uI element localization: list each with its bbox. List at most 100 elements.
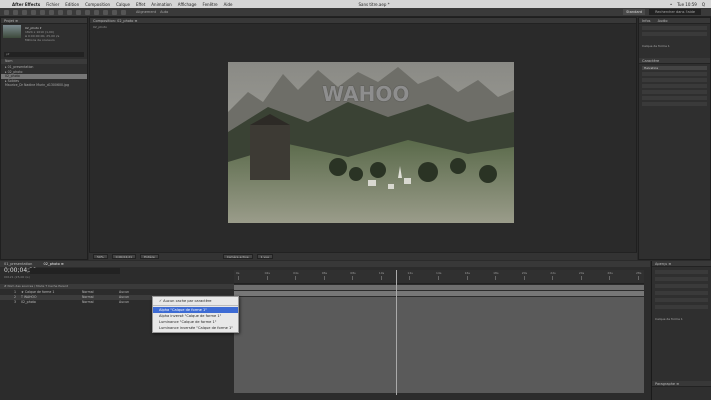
paragraph-tab[interactable]: Paragraphe ≡ <box>652 381 711 387</box>
quality-select[interactable]: Entière <box>140 254 159 259</box>
tools-toolbar: Alignement Auto Standard Rechercher dans… <box>0 8 711 17</box>
timeline-frame-info: 00121 (25,00 i/s) <box>4 275 30 279</box>
font-size-field[interactable] <box>642 78 707 82</box>
layer-bar-1[interactable] <box>234 285 644 290</box>
stamp-tool-icon[interactable] <box>94 9 99 15</box>
time-ruler[interactable]: 0s 02s 04s 06s 08s 10s 12s 14s 16s 18s 20s 22s 24s 26… <box>234 270 644 284</box>
ruler-tick <box>466 276 468 280</box>
layer-name[interactable]: 02_photo <box>21 300 81 305</box>
preview-control-row[interactable] <box>655 270 708 274</box>
text-tool-icon[interactable] <box>76 9 81 15</box>
ruler-label: 28s <box>636 271 642 275</box>
project-selected-info: 02_photo ▾ 1824 x 1010 (1,00) Δ 0:00:00:… <box>25 26 59 42</box>
menu-item-composition[interactable]: Composition <box>85 2 110 7</box>
workspace-select[interactable]: Standard <box>623 9 646 15</box>
camera-tool-icon[interactable] <box>40 9 45 15</box>
views-select[interactable]: 1 vue <box>256 254 273 259</box>
hand-tool-icon[interactable] <box>13 9 18 15</box>
camera-select[interactable]: Caméra active <box>222 254 253 259</box>
ruler-label: 08s <box>350 271 356 275</box>
help-search[interactable]: Rechercher dans l'aide <box>649 9 701 15</box>
selection-tool-icon[interactable] <box>4 9 9 15</box>
ruler-tick <box>609 276 611 280</box>
wahoo-text-layer[interactable]: WAHOO <box>322 82 409 106</box>
pan-behind-tool-icon[interactable] <box>49 9 54 15</box>
project-item[interactable]: Maurice_Dr Nadine Murin_d1300600.jpg <box>1 83 87 88</box>
tab-infos[interactable]: Infos <box>642 19 650 23</box>
alignement-label[interactable]: Alignement <box>136 10 156 14</box>
window-title: Sans titre.aep * <box>358 1 390 7</box>
layer-bar-3[interactable] <box>234 297 644 393</box>
ruler-label: 02s <box>264 271 270 275</box>
search-icon[interactable]: Q <box>702 2 705 7</box>
preview-control-row[interactable] <box>655 284 708 288</box>
layer-bar-2[interactable] <box>234 291 644 296</box>
font-select[interactable]: Helvetica <box>642 66 707 70</box>
tab-audio[interactable]: Audio <box>658 19 668 23</box>
project-search-input[interactable]: ρ▾ <box>4 52 84 57</box>
info-panel: Infos Audio Calque de forme 1 Caractère … <box>638 17 711 260</box>
character-tab[interactable]: Caractère <box>639 58 710 64</box>
ruler-tick <box>380 276 382 280</box>
menu-item-luma-inverted-matte[interactable]: Luminance inversée "Calque de forme 1" <box>153 325 238 331</box>
timeline-tab-photo[interactable]: 02_photo ≡ <box>43 262 63 266</box>
layer-name-label: Calque de forme 1 <box>642 44 670 48</box>
zoom-tool-icon[interactable] <box>22 9 27 15</box>
track-matte-context-menu: ✓ Aucun cache par caractère Alpha "Calqu… <box>152 296 239 333</box>
menu-item-calque[interactable]: Calque <box>116 2 130 7</box>
menu-app[interactable]: After Effects <box>12 2 40 7</box>
menu-item-fichier[interactable]: Fichier <box>46 2 59 7</box>
menu-item-aide[interactable]: Aide <box>224 2 233 7</box>
puppet-tool-icon[interactable] <box>121 9 126 15</box>
composition-subtab[interactable]: 02_photo <box>93 25 107 29</box>
ruler-tick <box>323 276 325 280</box>
timeline-search-input[interactable] <box>30 268 120 274</box>
stroke-field[interactable] <box>642 96 707 100</box>
layer-parent[interactable]: Aucun <box>119 295 129 299</box>
eraser-tool-icon[interactable] <box>103 9 108 15</box>
ruler-label: 16s <box>464 271 470 275</box>
tracking-field[interactable] <box>642 90 707 94</box>
menu-item-fenetre[interactable]: Fenêtre <box>203 2 218 7</box>
ruler-label: 10s <box>378 271 385 275</box>
project-column-header[interactable]: Nom <box>1 59 87 64</box>
rotate-tool-icon[interactable] <box>31 9 36 15</box>
menu-item-animation[interactable]: Animation <box>151 2 171 7</box>
pen-tool-icon[interactable] <box>67 9 72 15</box>
scale-field[interactable] <box>642 102 707 106</box>
menu-item-effet[interactable]: Effet <box>136 2 145 7</box>
auto-label[interactable]: Auto <box>160 10 168 14</box>
layer-column-header: # Nom des sources / Mode T Cache Parent <box>0 284 234 289</box>
project-panel: Projet ≡ 02_photo ▾ 1824 x 1010 (1,00) Δ… <box>0 17 88 260</box>
rectangle-tool-icon[interactable] <box>58 9 63 15</box>
ruler-label: 26s <box>607 271 613 275</box>
composition-tab[interactable]: Composition: 02_photo ≡ <box>90 18 636 24</box>
menu-item-edition[interactable]: Edition <box>65 2 79 7</box>
layer-parent[interactable]: Aucun <box>119 300 129 304</box>
preview-control-row[interactable] <box>655 291 708 295</box>
timeline-tab-presentation[interactable]: 01_presentation <box>4 262 32 266</box>
info-row <box>642 32 707 36</box>
clock: Tue 10:59 <box>677 1 697 7</box>
timecode-display[interactable]: 0;00;04;21 <box>111 254 137 259</box>
menu-item-no-matte[interactable]: ✓ Aucun cache par caractère <box>153 298 238 304</box>
project-tab[interactable]: Projet ≡ <box>1 18 87 24</box>
preview-tab[interactable]: Aperçu ≡ <box>652 261 711 267</box>
zoom-select[interactable]: 50% <box>93 254 108 259</box>
menu-bar: After Effects Fichier Edition Compositio… <box>0 0 711 8</box>
menu-item-affichage[interactable]: Affichage <box>178 2 197 7</box>
composition-footer-bar: 50% 0;00;04;21 Entière Caméra active 1 v… <box>89 252 637 260</box>
brush-tool-icon[interactable] <box>85 9 90 15</box>
layer-mode[interactable]: Normal <box>82 300 118 305</box>
leading-field[interactable] <box>642 84 707 88</box>
preview-control-row[interactable] <box>655 298 708 302</box>
menubar-status: • Tue 10:59 Q <box>670 2 711 7</box>
layer-number: 3 <box>14 300 17 304</box>
font-style-select[interactable] <box>642 72 707 76</box>
playhead[interactable] <box>396 270 397 395</box>
roto-tool-icon[interactable] <box>112 9 117 15</box>
layer-parent[interactable]: Aucun <box>119 290 129 294</box>
preview-control-row[interactable] <box>655 277 708 281</box>
preview-control-row[interactable] <box>655 305 708 309</box>
ruler-tick <box>495 276 497 280</box>
